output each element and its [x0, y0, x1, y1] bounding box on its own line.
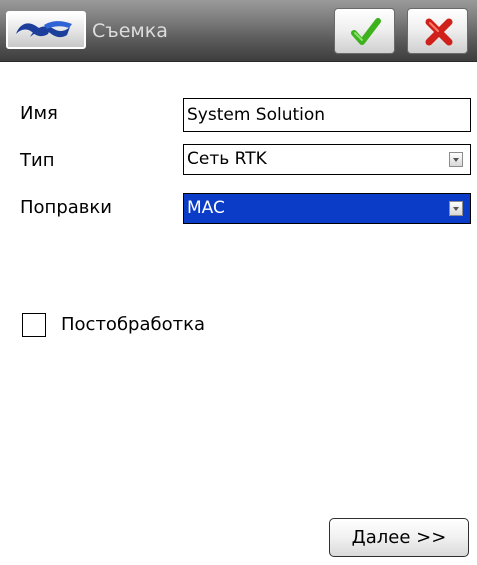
- type-dropdown-arrow-icon[interactable]: [449, 152, 463, 167]
- name-input[interactable]: System Solution: [183, 98, 471, 132]
- next-button[interactable]: Далее >>: [329, 518, 469, 557]
- type-select[interactable]: Сеть RTK: [183, 144, 471, 175]
- menu-logo-button[interactable]: [6, 11, 86, 49]
- name-label: Имя: [20, 103, 58, 124]
- ok-button[interactable]: [334, 8, 395, 54]
- name-input-value: System Solution: [187, 105, 326, 125]
- corrections-dropdown-arrow-icon[interactable]: [449, 201, 463, 216]
- postprocessing-label[interactable]: Постобработка: [61, 314, 205, 336]
- postprocessing-checkbox[interactable]: [22, 313, 46, 337]
- type-select-value: Сеть RTK: [187, 149, 267, 169]
- cancel-button[interactable]: [407, 8, 468, 54]
- corrections-select[interactable]: MAC: [183, 193, 471, 224]
- corrections-label: Поправки: [20, 197, 112, 218]
- title-bar: Съемка: [0, 0, 477, 62]
- corrections-select-value: MAC: [187, 198, 225, 218]
- type-label: Тип: [20, 150, 55, 171]
- window-title: Съемка: [92, 20, 168, 42]
